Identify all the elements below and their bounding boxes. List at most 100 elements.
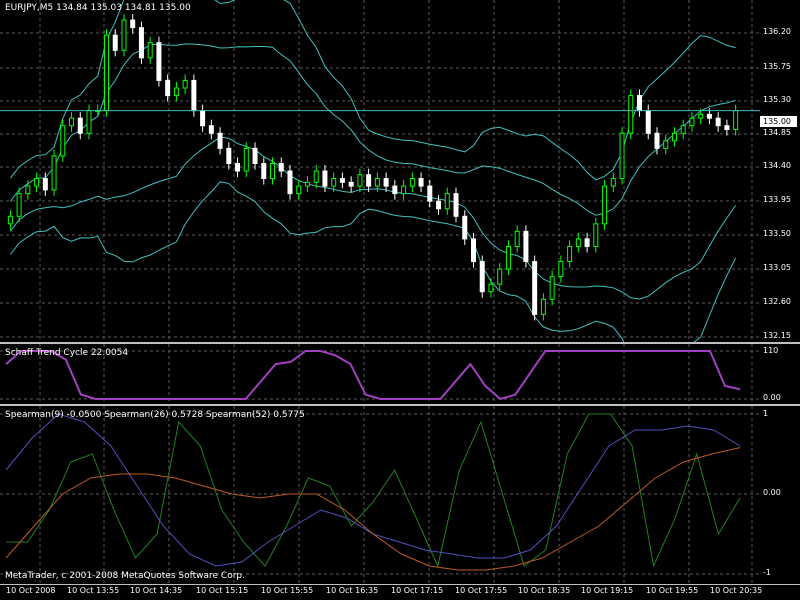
time-tick-label: 10 Oct 17:15: [391, 586, 444, 595]
stc-tick-max: 110: [763, 346, 779, 355]
candle-body: [453, 193, 459, 217]
time-tick-label: 10 Oct 16:35: [326, 586, 379, 595]
candle-body: [409, 178, 415, 187]
stc-tick-min: 0.00: [763, 393, 781, 402]
candle-body: [313, 170, 319, 183]
candle-body: [296, 185, 302, 195]
candle-body: [523, 230, 529, 263]
candle-body: [374, 178, 380, 187]
candle-body: [339, 178, 345, 183]
price-tick-label: 132.15: [763, 331, 791, 340]
candle-body: [252, 147, 258, 164]
time-tick-label: 10 Oct 15:55: [261, 586, 314, 595]
time-tick-label: 10 Oct 14:35: [130, 586, 183, 595]
candle-body: [366, 174, 372, 187]
price-axis: [760, 0, 800, 342]
candle-body: [689, 117, 695, 127]
time-tick-label: 10 Oct 18:35: [518, 586, 571, 595]
candle-body: [243, 147, 249, 172]
candle-body: [383, 178, 389, 187]
time-tick-label: 10 Oct 19:55: [646, 586, 699, 595]
candle-body: [698, 113, 704, 119]
candle-body: [619, 132, 625, 180]
candle-body: [593, 223, 599, 247]
spearman-tick-bottom: -1: [763, 568, 771, 577]
candle-body: [287, 170, 293, 195]
price-tick-label: 134.85: [763, 128, 791, 137]
candle-body: [60, 125, 66, 157]
candle-body: [680, 125, 686, 134]
candle-body: [706, 113, 712, 119]
candle-body: [34, 178, 40, 187]
candle-body: [567, 245, 573, 263]
candle-body: [165, 79, 171, 97]
bollinger-band-lower: [10, 136, 737, 300]
candle-body: [112, 34, 118, 51]
price-tick-label: 135.75: [763, 62, 791, 71]
candle-body: [147, 42, 153, 59]
candle-body: [392, 185, 398, 195]
candle-body: [514, 230, 520, 247]
candle-body: [401, 185, 407, 195]
candle-body: [42, 178, 48, 191]
candle-body: [715, 117, 721, 127]
copyright-text: MetaTrader, c 2001-2008 MetaQuotes Softw…: [5, 571, 245, 581]
price-pane-header: EURJPY,M5 134.84 135.03 134.81 135.00: [5, 3, 191, 13]
candle-body: [558, 261, 564, 278]
candle-body: [444, 193, 450, 210]
spearman-9-line: [6, 413, 741, 568]
candle-body: [645, 110, 651, 134]
candle-body: [724, 125, 730, 130]
candle-body: [173, 87, 179, 97]
candle-body: [25, 185, 31, 195]
candle-body: [663, 140, 669, 149]
candle-body: [427, 185, 433, 202]
candle-body: [77, 117, 83, 134]
candle-body: [278, 162, 284, 172]
candle-body: [462, 215, 468, 240]
candle-body: [130, 19, 136, 29]
candle-body: [671, 132, 677, 142]
candle-body: [191, 79, 197, 112]
spearman-tick-top: 1: [763, 409, 769, 418]
candle-body: [549, 276, 555, 300]
price-chart[interactable]: [0, 0, 760, 342]
candle-body: [540, 298, 546, 315]
candle-body: [138, 27, 144, 59]
price-tick-label: 133.95: [763, 195, 791, 204]
price-tick-label: 135.30: [763, 95, 791, 104]
candle-body: [322, 170, 328, 187]
price-tick-label: 134.40: [763, 161, 791, 170]
candle-body: [261, 162, 267, 180]
price-tick-label: 133.50: [763, 229, 791, 238]
time-tick-label: 10 Oct 20:35: [710, 586, 763, 595]
candle-body: [86, 110, 92, 134]
bollinger-band-lower: [10, 181, 737, 342]
candle-body: [584, 238, 590, 247]
candle-body: [532, 261, 538, 315]
candle-body: [637, 95, 643, 112]
time-axis-separator: [0, 584, 800, 585]
spearman-52-line: [5, 447, 741, 571]
time-tick-label: 10 Oct 13:55: [67, 586, 120, 595]
candle-body: [304, 181, 310, 187]
time-tick-label: 10 Oct 17:55: [455, 586, 508, 595]
candle-body: [200, 110, 206, 127]
price-tick-label: 136.20: [763, 27, 791, 36]
candle-body: [103, 34, 109, 112]
candle-body: [436, 200, 442, 210]
stc-pane-header: Schaff Trend Cycle 22.0054: [5, 348, 129, 358]
spearman-26-line: [5, 413, 741, 567]
candle-body: [575, 238, 581, 247]
candle-body: [270, 162, 276, 180]
candle-body: [602, 185, 608, 225]
spearman-chart[interactable]: [0, 406, 760, 584]
candle-body: [182, 79, 188, 89]
candle-body: [479, 261, 485, 293]
candle-body: [121, 19, 127, 51]
candle-body: [628, 95, 634, 134]
candle-body: [226, 147, 232, 164]
candle-body: [505, 245, 511, 270]
candle-body: [69, 117, 75, 127]
price-tick-label: 133.05: [763, 263, 791, 272]
